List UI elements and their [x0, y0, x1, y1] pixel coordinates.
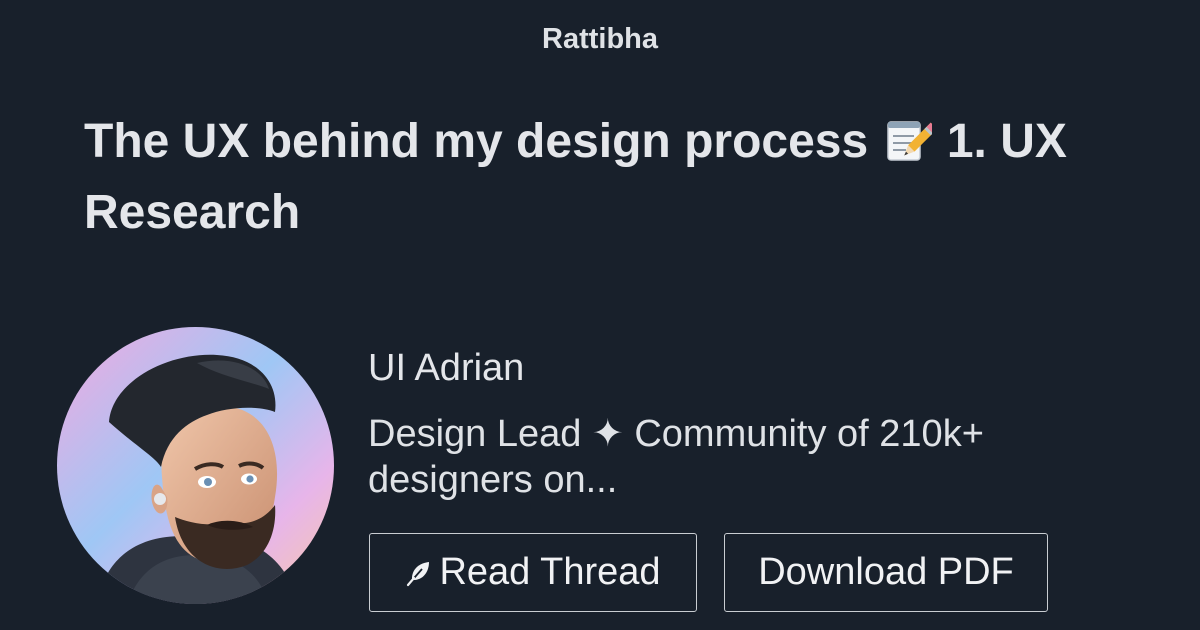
thread-title: The UX behind my design process 1. UX Re… — [84, 106, 1124, 248]
read-thread-button[interactable]: Read Thread — [369, 533, 697, 612]
download-pdf-button[interactable]: Download PDF — [724, 533, 1048, 612]
read-thread-label: Read Thread — [439, 551, 661, 593]
author-name: UI Adrian — [368, 347, 525, 389]
brand-name: Rattibha — [542, 23, 658, 55]
memo-pencil-icon — [886, 121, 932, 161]
thread-title-text: The UX behind my design process — [84, 115, 869, 168]
download-pdf-label: Download PDF — [758, 551, 1014, 593]
author-avatar[interactable] — [57, 327, 334, 604]
author-bio: Design Lead ✦ Community of 210k+ designe… — [368, 413, 984, 501]
feather-icon — [407, 561, 430, 586]
